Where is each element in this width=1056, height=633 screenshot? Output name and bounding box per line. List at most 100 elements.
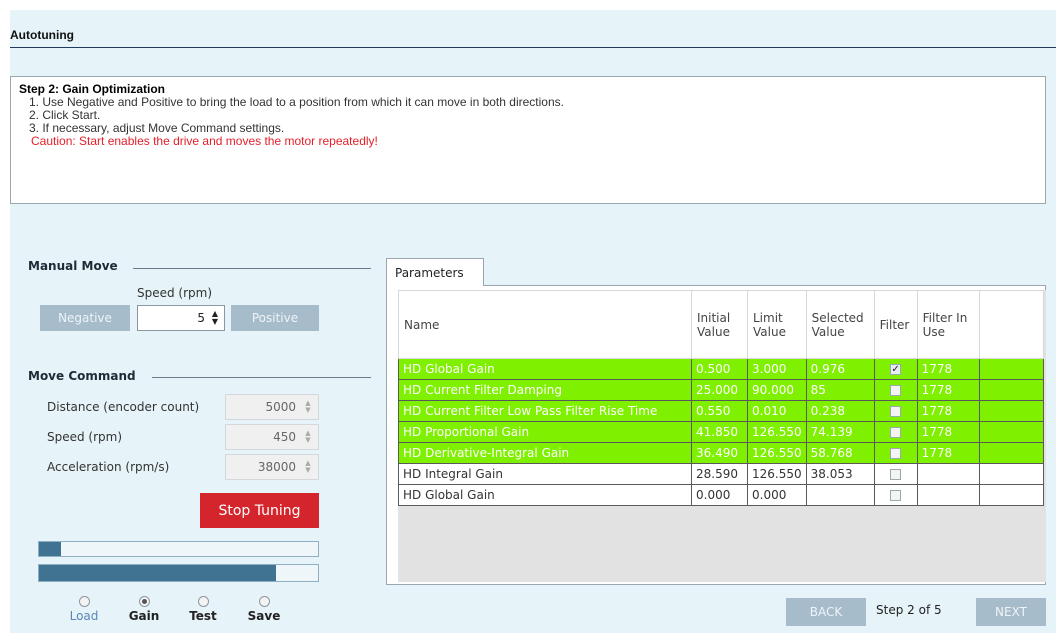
parameters-table: Name Initial Value Limit Value Selected … — [398, 290, 1044, 506]
stop-tuning-button[interactable]: Stop Tuning — [200, 493, 319, 528]
cell-name: HD Derivative-Integral Gain — [398, 442, 692, 464]
speed-value: 450 — [273, 430, 296, 444]
instruction-line: 1. Use Negative and Positive to bring th… — [29, 95, 564, 109]
cell-filter-in-use — [916, 484, 980, 506]
cell-filter-in-use: 1778 — [916, 421, 980, 443]
cell-filter — [873, 421, 918, 443]
cell-filter-in-use: 1778 — [916, 442, 980, 464]
cell-selected-value: 0.238 — [805, 400, 875, 422]
step-radio-label: Load — [69, 609, 99, 623]
tab-parameters[interactable]: Parameters — [386, 258, 484, 286]
cell-name: HD Global Gain — [398, 484, 692, 506]
table-row[interactable]: HD Proportional Gain 41.850 126.550 74.139 1… — [398, 421, 1044, 443]
cell-filter-in-use — [916, 463, 980, 485]
caution-text: Caution: Start enables the drive and mov… — [31, 134, 378, 148]
next-button[interactable]: NEXT — [976, 598, 1046, 626]
cell-blank — [978, 421, 1044, 443]
stepper-arrows-icon[interactable]: ▲ ▼ — [302, 430, 314, 444]
column-header: Selected Value — [805, 290, 875, 359]
step-of: of — [918, 603, 931, 617]
radio-icon[interactable] — [78, 596, 90, 607]
table-row[interactable]: HD Integral Gain 28.590 126.550 38.053 — [398, 463, 1044, 485]
table-row[interactable]: HD Global Gain 0.000 0.000 — [398, 484, 1044, 506]
stepper-arrows-icon[interactable]: ▲ ▼ — [302, 460, 314, 474]
checkbox-icon[interactable] — [890, 385, 902, 396]
stepper-arrows-icon[interactable]: ▲ ▼ — [209, 306, 221, 330]
checkbox-checked-icon[interactable]: ✓ — [890, 364, 902, 375]
cell-initial-value: 0.000 — [691, 484, 748, 506]
step-radio-label: Gain — [128, 609, 160, 623]
cell-initial-value: 36.490 — [691, 442, 748, 464]
table-row[interactable]: HD Derivative-Integral Gain 36.490 126.550… — [398, 442, 1044, 464]
manual-speed-label: Speed (rpm) — [137, 286, 213, 300]
cell-filter-in-use: 1778 — [916, 400, 980, 422]
column-header-blank — [978, 290, 1044, 359]
move-command-divider — [152, 377, 371, 378]
step-progress-bar — [38, 541, 319, 557]
step-radio-load[interactable]: Load — [64, 596, 104, 623]
acceleration-value: 38000 — [257, 460, 296, 474]
cell-filter — [873, 442, 918, 464]
distance-label: Distance (encoder count) — [47, 400, 200, 414]
cell-initial-value: 0.550 — [691, 400, 748, 422]
title-divider — [10, 47, 1056, 48]
step-radio-label: Save — [247, 609, 281, 623]
checkbox-icon[interactable] — [890, 406, 902, 417]
radio-icon[interactable] — [258, 596, 270, 607]
speed-label: Speed (rpm) — [47, 430, 123, 444]
cell-name: HD Current Filter Damping — [398, 379, 692, 401]
column-header: Filter — [873, 290, 918, 359]
speed-stepper[interactable]: 450 ▲ ▼ — [225, 424, 319, 450]
radio-icon[interactable] — [197, 596, 209, 607]
stepper-arrows-icon[interactable]: ▲ ▼ — [302, 400, 314, 414]
step-total: 5 — [934, 603, 942, 617]
cell-name: HD Proportional Gain — [398, 421, 692, 443]
positive-button[interactable]: Positive — [231, 305, 319, 331]
checkbox-icon[interactable] — [890, 469, 902, 480]
checkbox-icon[interactable] — [890, 490, 902, 501]
cell-selected-value: 85 — [805, 379, 875, 401]
cell-limit-value: 0.010 — [747, 400, 807, 422]
step-radio-gain[interactable]: Gain — [124, 596, 164, 623]
cell-selected-value: 58.768 — [805, 442, 875, 464]
instructions-box: Step 2: Gain Optimization 1. Use Negativ… — [10, 76, 1046, 204]
table-row[interactable]: HD Current Filter Low Pass Filter Rise T… — [398, 400, 1044, 422]
cell-selected-value: 74.139 — [805, 421, 875, 443]
back-button[interactable]: BACK — [786, 598, 866, 626]
cell-name: HD Global Gain — [398, 358, 692, 380]
cell-selected-value: 0.976 — [805, 358, 875, 380]
manual-speed-stepper[interactable]: 5 ▲ ▼ — [137, 305, 225, 331]
table-row[interactable]: HD Current Filter Damping 25.000 90.000 85 1… — [398, 379, 1044, 401]
step-radio-test[interactable]: Test — [183, 596, 223, 623]
cell-name: HD Current Filter Low Pass Filter Rise T… — [398, 400, 692, 422]
cell-limit-value: 0.000 — [747, 484, 807, 506]
parameters-grid: Name Initial Value Limit Value Selected … — [398, 290, 1046, 582]
cell-limit-value: 3.000 — [747, 358, 807, 380]
acceleration-stepper[interactable]: 38000 ▲ ▼ — [225, 454, 319, 480]
checkbox-icon[interactable] — [890, 448, 902, 459]
cell-initial-value: 28.590 — [691, 463, 748, 485]
cell-limit-value: 90.000 — [747, 379, 807, 401]
step-progress-fill — [39, 542, 62, 556]
move-command-title: Move Command — [28, 369, 136, 383]
step-radio-label: Test — [189, 609, 217, 623]
column-header: Filter In Use — [916, 290, 980, 359]
cell-filter-in-use: 1778 — [916, 379, 980, 401]
cell-filter-in-use: 1778 — [916, 358, 980, 380]
table-row[interactable]: HD Global Gain 0.500 3.000 0.976 ✓ 1778 — [398, 358, 1044, 380]
checkbox-icon[interactable] — [890, 427, 902, 438]
cell-initial-value: 0.500 — [691, 358, 748, 380]
negative-button[interactable]: Negative — [40, 305, 130, 331]
manual-move-title: Manual Move — [28, 259, 118, 273]
cell-limit-value: 126.550 — [747, 421, 807, 443]
radio-selected-icon[interactable] — [138, 596, 150, 607]
cell-selected-value: 38.053 — [805, 463, 875, 485]
cell-limit-value: 126.550 — [747, 463, 807, 485]
column-header: Initial Value — [691, 290, 748, 359]
cell-limit-value: 126.550 — [747, 442, 807, 464]
page-title: Autotuning — [10, 28, 74, 42]
step-radio-save[interactable]: Save — [244, 596, 284, 623]
manual-move-divider — [133, 268, 371, 269]
cell-blank — [978, 358, 1044, 380]
distance-stepper[interactable]: 5000 ▲ ▼ — [225, 394, 319, 420]
